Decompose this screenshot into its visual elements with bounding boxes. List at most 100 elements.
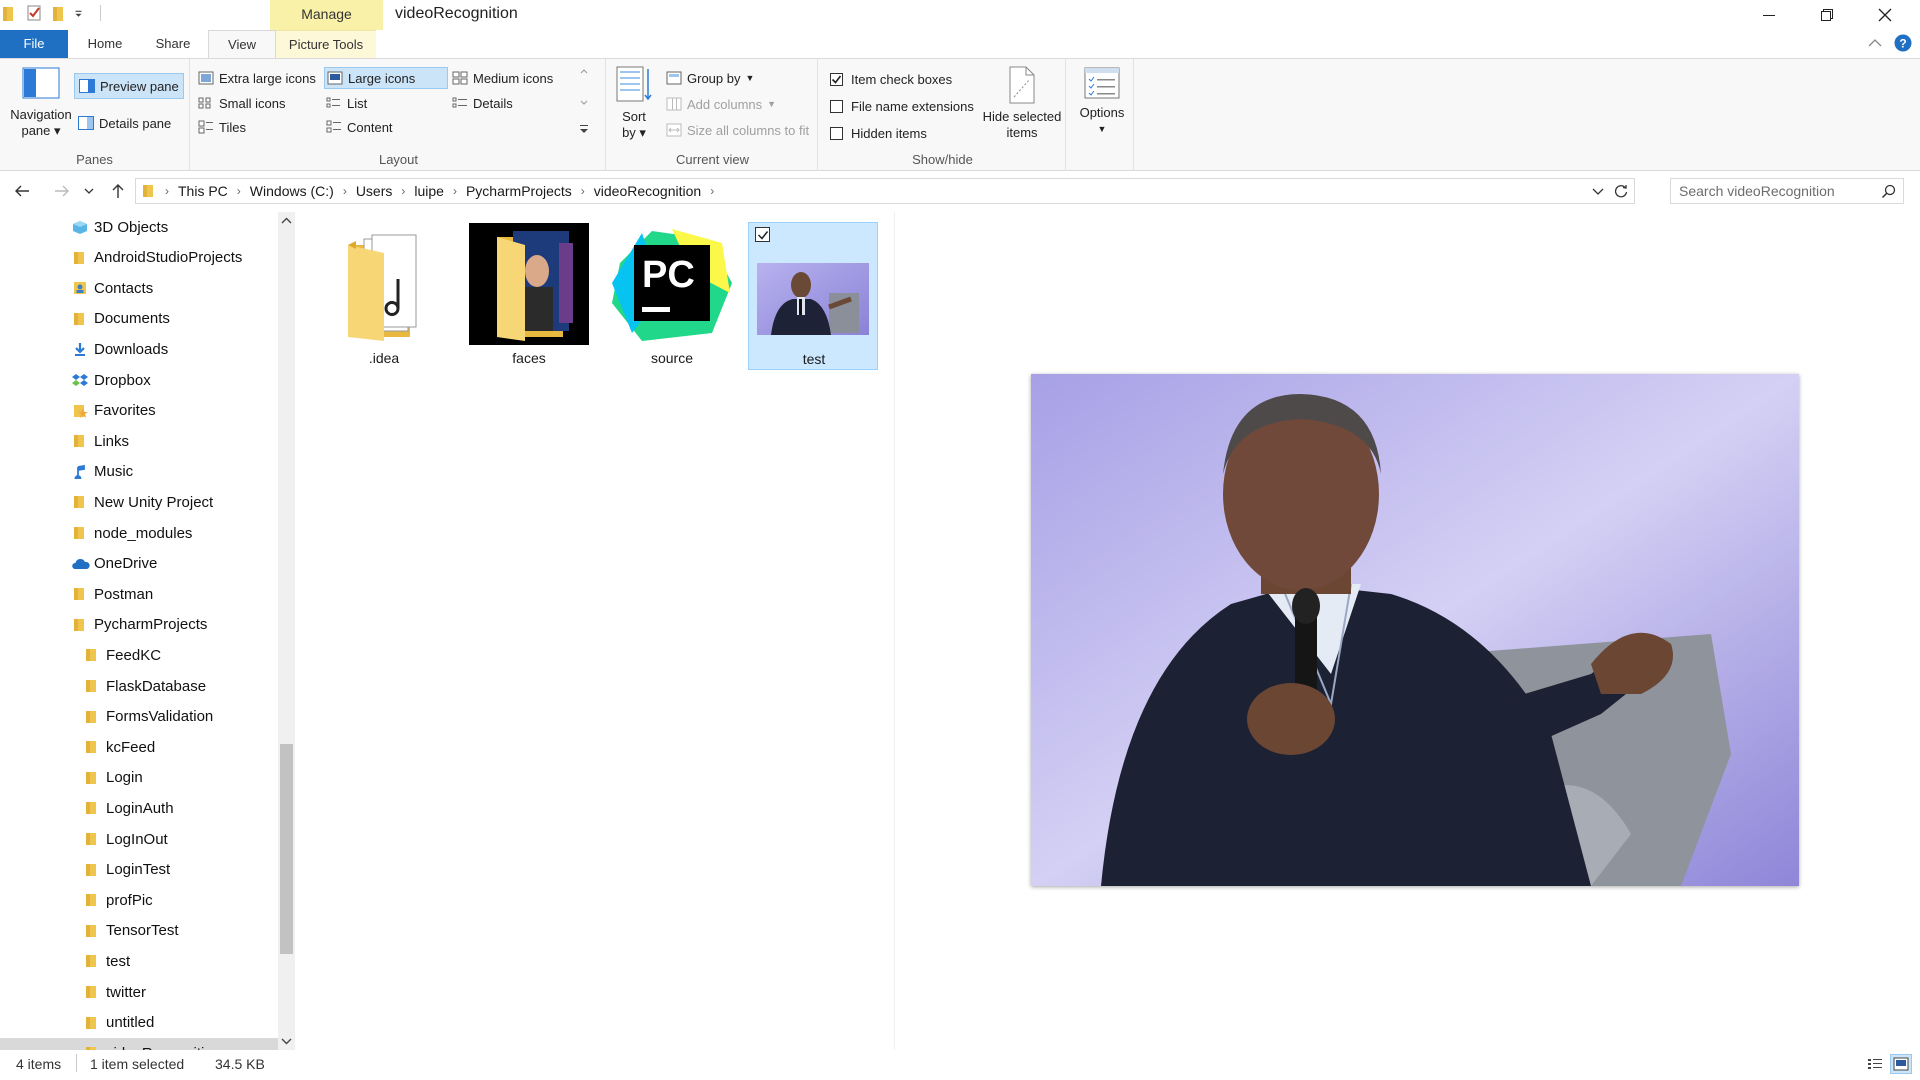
tree-item[interactable]: videoRecognition xyxy=(0,1038,278,1050)
layout-small-icons[interactable]: Small icons xyxy=(198,92,285,114)
tab-home[interactable]: Home xyxy=(72,30,138,58)
file-item[interactable]: .idea xyxy=(319,222,449,370)
item-check-boxes-checkbox[interactable] xyxy=(830,72,843,86)
minimize-button[interactable] xyxy=(1740,0,1798,30)
item-checkbox[interactable] xyxy=(755,227,770,242)
layout-extra-large-icons[interactable]: Extra large icons xyxy=(198,67,316,89)
tree-item[interactable]: LoginTest xyxy=(0,855,278,885)
preview-pane-button[interactable]: Preview pane xyxy=(74,73,184,99)
add-columns-button[interactable]: Add columns ▼ xyxy=(666,93,776,115)
properties-icon[interactable] xyxy=(26,4,42,22)
breadcrumb-videorecognition[interactable]: videoRecognition › xyxy=(588,183,717,199)
folder-icon xyxy=(72,251,88,265)
tree-item[interactable]: FormsValidation xyxy=(0,702,278,732)
breadcrumb-windows-c[interactable]: Windows (C:) › xyxy=(244,183,350,199)
tree-item[interactable]: Downloads xyxy=(0,334,278,364)
navigation-pane-scrollbar[interactable] xyxy=(278,212,295,1050)
tree-item[interactable]: Login xyxy=(0,763,278,793)
pycharm-icon: PC xyxy=(612,229,732,341)
collapse-ribbon-icon[interactable] xyxy=(1868,38,1882,48)
breadcrumb-luipe[interactable]: luipe › xyxy=(408,183,460,199)
group-by-button[interactable]: Group by ▼ xyxy=(666,67,754,89)
file-name-extensions-toggle[interactable]: File name extensions xyxy=(830,95,974,117)
options-button[interactable]: Options ▼ xyxy=(1074,65,1130,137)
customize-qat-icon[interactable] xyxy=(74,4,86,22)
tree-item[interactable]: Favorites xyxy=(0,396,278,426)
tree-item[interactable]: Music xyxy=(0,457,278,487)
layout-list[interactable]: List xyxy=(326,92,367,114)
tree-item[interactable]: Links xyxy=(0,426,278,456)
tree-item[interactable]: profPic xyxy=(0,885,278,915)
file-item[interactable]: PC source xyxy=(607,222,737,370)
size-columns-button[interactable]: Size all columns to fit xyxy=(666,119,809,141)
folder-icon xyxy=(84,832,100,846)
tree-item[interactable]: untitled xyxy=(0,1008,278,1038)
details-view-button[interactable] xyxy=(1864,1054,1886,1074)
layout-option-label: Large icons xyxy=(348,70,416,86)
large-icons-view-button[interactable] xyxy=(1890,1054,1912,1074)
tree-item[interactable]: Contacts xyxy=(0,273,278,303)
tab-share[interactable]: Share xyxy=(140,30,206,58)
layout-content[interactable]: Content xyxy=(326,116,393,138)
back-button[interactable] xyxy=(10,180,34,202)
tree-item[interactable]: 3D Objects xyxy=(0,212,278,242)
help-icon[interactable]: ? xyxy=(1894,34,1912,52)
file-item[interactable]: test xyxy=(748,222,878,370)
manage-tab[interactable]: Manage xyxy=(270,0,383,30)
file-item[interactable]: faces xyxy=(464,222,594,370)
tree-item[interactable]: TensorTest xyxy=(0,916,278,946)
tree-item[interactable]: FeedKC xyxy=(0,640,278,670)
tree-item[interactable]: Postman xyxy=(0,579,278,609)
hidden-items-toggle[interactable]: Hidden items xyxy=(830,122,927,144)
sort-by-button[interactable]: Sort by ▾ xyxy=(612,65,656,141)
scrollbar-thumb[interactable] xyxy=(280,744,293,954)
tree-item[interactable]: AndroidStudioProjects xyxy=(0,243,278,273)
tree-item[interactable]: test xyxy=(0,946,278,976)
checkmark-icon xyxy=(757,230,768,240)
file-name-extensions-checkbox[interactable] xyxy=(830,99,843,113)
forward-button[interactable] xyxy=(50,180,74,202)
item-check-boxes-toggle[interactable]: Item check boxes xyxy=(830,68,952,90)
tab-picture-tools[interactable]: Picture Tools xyxy=(276,30,376,58)
tree-item[interactable]: twitter xyxy=(0,977,278,1007)
layout-tiles[interactable]: Tiles xyxy=(198,116,246,138)
layout-large-icons[interactable]: Large icons xyxy=(324,67,448,89)
search-box[interactable]: Search videoRecognition xyxy=(1670,178,1904,204)
tree-item[interactable]: kcFeed xyxy=(0,732,278,762)
details-pane-button[interactable]: Details pane xyxy=(78,111,171,135)
tree-item[interactable]: New Unity Project xyxy=(0,487,278,517)
tree-item[interactable]: Documents xyxy=(0,304,278,334)
layout-medium-icons[interactable]: Medium icons xyxy=(452,67,553,89)
close-button[interactable] xyxy=(1856,0,1914,30)
tab-view[interactable]: View xyxy=(208,30,276,59)
layout-gallery-scroll[interactable] xyxy=(578,65,590,141)
tree-item[interactable]: OneDrive xyxy=(0,549,278,579)
restore-button[interactable] xyxy=(1798,0,1856,30)
address-history-dropdown-icon[interactable] xyxy=(1592,187,1604,195)
refresh-icon[interactable] xyxy=(1614,184,1628,198)
scroll-down-icon[interactable] xyxy=(278,1034,295,1048)
qat-separator xyxy=(100,5,101,21)
up-button[interactable] xyxy=(106,180,130,202)
hide-selected-items-button[interactable]: Hide selected items xyxy=(980,65,1064,141)
breadcrumb-this-pc[interactable]: This PC › xyxy=(172,183,244,199)
address-bar[interactable]: › This PC › Windows (C:) › Users › luipe › P… xyxy=(135,178,1635,204)
tree-item[interactable]: FlaskDatabase xyxy=(0,671,278,701)
scroll-up-icon[interactable] xyxy=(278,214,295,228)
3d-objects-icon xyxy=(72,220,88,234)
tree-item-label: FlaskDatabase xyxy=(106,677,207,695)
tree-item[interactable]: PycharmProjects xyxy=(0,610,278,640)
tree-item[interactable]: node_modules xyxy=(0,518,278,548)
tree-item[interactable]: Dropbox xyxy=(0,365,278,395)
tree-item[interactable]: LoginAuth xyxy=(0,793,278,823)
breadcrumb-pycharmprojects[interactable]: PycharmProjects › xyxy=(460,183,588,199)
photo-preview xyxy=(1031,374,1799,886)
breadcrumb-users[interactable]: Users › xyxy=(350,183,409,199)
tree-item[interactable]: LogInOut xyxy=(0,824,278,854)
hidden-items-checkbox[interactable] xyxy=(830,126,843,140)
layout-details[interactable]: Details xyxy=(452,92,513,114)
recent-locations-button[interactable] xyxy=(80,180,98,202)
navigation-pane-button[interactable]: Navigation pane ▾ xyxy=(6,67,76,139)
tab-file[interactable]: File xyxy=(0,30,68,58)
new-folder-icon[interactable] xyxy=(50,4,66,22)
